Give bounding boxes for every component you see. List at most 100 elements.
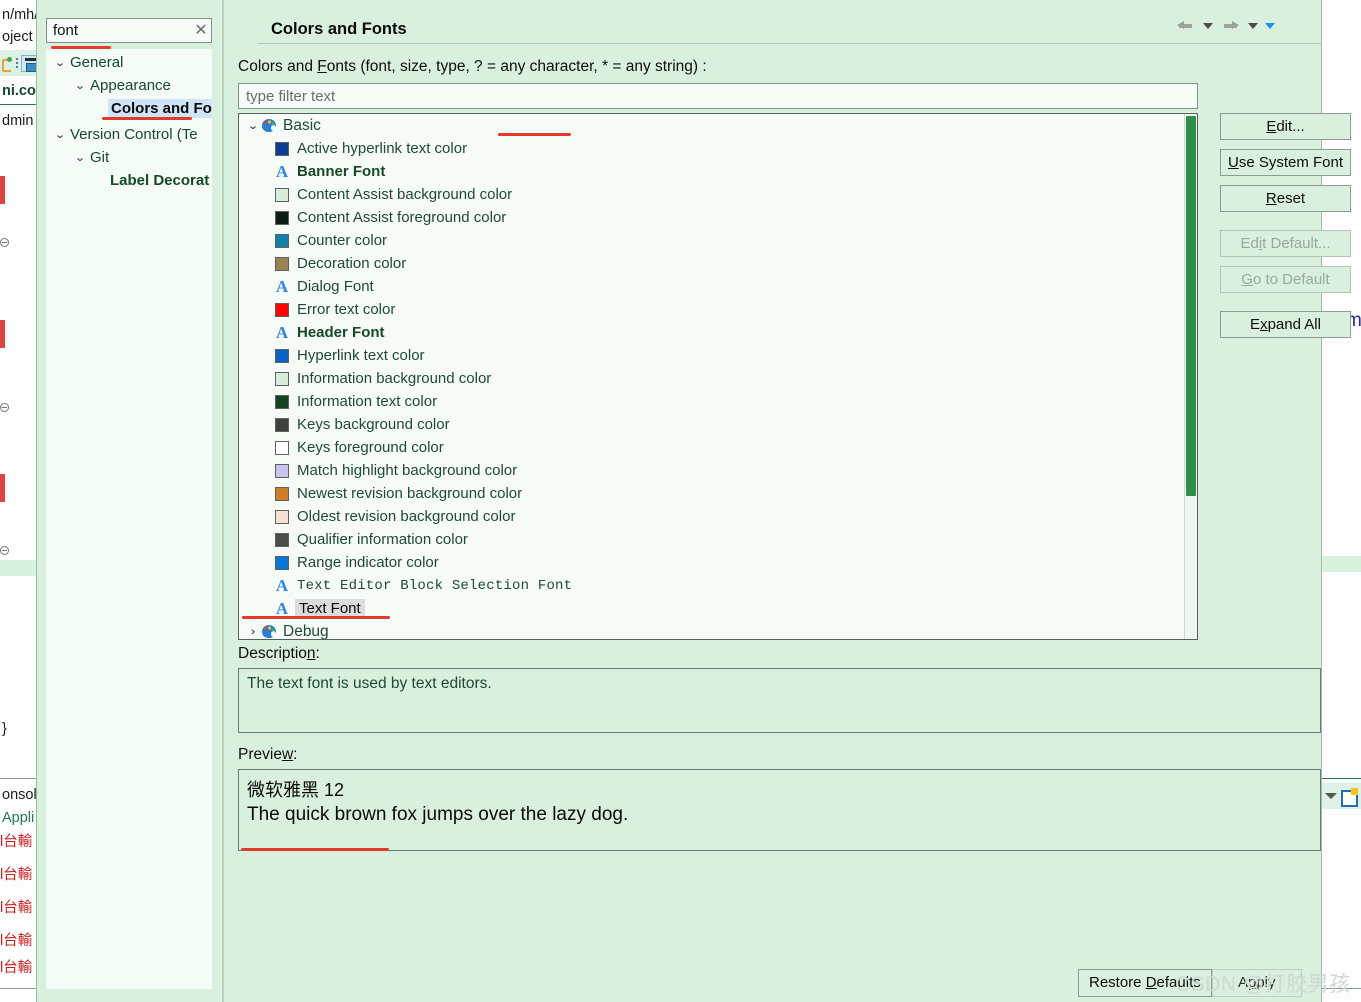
tree-item-active-hyperlink-text-color[interactable]: Active hyperlink text color bbox=[239, 137, 1184, 160]
tree-item-match-highlight-background-color[interactable]: Match highlight background color bbox=[239, 459, 1184, 482]
tree-category-label: Basic bbox=[283, 116, 321, 134]
reset-button[interactable]: Reset bbox=[1220, 185, 1351, 212]
tree-item-range-indicator-color[interactable]: Range indicator color bbox=[239, 551, 1184, 574]
tree-item-decoration-color[interactable]: Decoration color bbox=[239, 252, 1184, 275]
tree-category-debug[interactable]: › Debug bbox=[239, 620, 1184, 640]
color-swatch[interactable] bbox=[275, 348, 289, 363]
tree-category-basic[interactable]: ⌄ Basic bbox=[239, 114, 1184, 137]
chevron-right-icon[interactable]: › bbox=[243, 626, 263, 638]
tree-item-content-assist-background-color[interactable]: Content Assist background color bbox=[239, 183, 1184, 206]
color-swatch[interactable] bbox=[275, 187, 289, 202]
tree-item-label: Content Assist background color bbox=[297, 186, 513, 203]
tree-item-label: Decoration color bbox=[297, 255, 407, 272]
edit-button[interactable]: Edit... bbox=[1220, 113, 1351, 140]
color-swatch[interactable] bbox=[275, 440, 289, 455]
nav-tree[interactable]: ⌄ General ⌄ Appearance Colors and Fo ⌄ V… bbox=[46, 49, 212, 989]
tree-item-newest-revision-background-color[interactable]: Newest revision background color bbox=[239, 482, 1184, 505]
forward-dropdown-icon[interactable] bbox=[1248, 22, 1258, 29]
nav-item-appearance[interactable]: ⌄ Appearance bbox=[46, 74, 212, 97]
tree-item-label: Information text color bbox=[297, 393, 438, 410]
tree-item-label: Oldest revision background color bbox=[297, 508, 516, 525]
preview-label-pre: Previe bbox=[238, 746, 282, 763]
tree-item-keys-foreground-color[interactable]: Keys foreground color bbox=[239, 436, 1184, 459]
tree-item-dialog-font[interactable]: A Dialog Font bbox=[239, 275, 1184, 298]
filter-desc-mnemonic: F bbox=[317, 58, 327, 75]
back-dropdown-icon[interactable] bbox=[1203, 22, 1213, 29]
preview-box: 微软雅黑 12 The quick brown fox jumps over t… bbox=[238, 769, 1321, 851]
tree-item-information-background-color[interactable]: Information background color bbox=[239, 367, 1184, 390]
tree-item-banner-font[interactable]: A Banner Font bbox=[239, 160, 1184, 183]
color-swatch[interactable] bbox=[275, 141, 289, 156]
tree-item-information-text-color[interactable]: Information text color bbox=[239, 390, 1184, 413]
color-swatch[interactable] bbox=[275, 486, 289, 501]
nav-search-input[interactable] bbox=[47, 21, 191, 40]
nav-item-label: Version Control (Te bbox=[70, 126, 198, 143]
use-system-font-label: se System Font bbox=[1238, 154, 1344, 171]
background-toolbar bbox=[0, 50, 40, 76]
color-swatch[interactable] bbox=[275, 302, 289, 317]
bg-console-link: Appli bbox=[2, 810, 35, 826]
font-a-icon: A bbox=[275, 161, 289, 181]
color-swatch[interactable] bbox=[275, 371, 289, 386]
clear-icon[interactable]: ✕ bbox=[191, 22, 211, 39]
tree-item-text-font[interactable]: A Text Font bbox=[239, 597, 1184, 620]
edit-default-button: Edit Default... bbox=[1220, 230, 1351, 257]
palette-icon bbox=[261, 118, 278, 133]
restore-defaults-pre: Restore bbox=[1089, 974, 1146, 991]
tree-item-header-font[interactable]: A Header Font bbox=[239, 321, 1184, 344]
tree-item-hyperlink-text-color[interactable]: Hyperlink text color bbox=[239, 344, 1184, 367]
chevron-down-icon[interactable]: ⌄ bbox=[70, 79, 90, 92]
tree-scrollbar[interactable] bbox=[1184, 114, 1197, 639]
use-system-font-button[interactable]: Use System Font bbox=[1220, 149, 1351, 176]
colors-fonts-tree[interactable]: ⌄ Basic Active hyperlink text color A Ba… bbox=[238, 113, 1198, 640]
nav-item-general[interactable]: ⌄ General bbox=[46, 51, 212, 74]
color-swatch[interactable] bbox=[275, 463, 289, 478]
forward-arrow-icon[interactable] bbox=[1220, 17, 1241, 34]
preview-font-name: 微软雅黑 12 bbox=[247, 780, 345, 800]
preview-label-mnemonic: w bbox=[281, 746, 294, 763]
nav-item-git[interactable]: ⌄ Git bbox=[46, 146, 212, 169]
scrollbar-thumb[interactable] bbox=[1186, 116, 1196, 496]
nav-item-label: Label Decorat bbox=[110, 172, 210, 189]
tree-item-label: Active hyperlink text color bbox=[297, 140, 468, 157]
chevron-down-icon[interactable]: ⌄ bbox=[70, 151, 90, 164]
color-swatch[interactable] bbox=[275, 394, 289, 409]
description-box: The text font is used by text editors. bbox=[238, 668, 1321, 733]
edit-button-label: dit... bbox=[1276, 118, 1305, 135]
tree-item-oldest-revision-background-color[interactable]: Oldest revision background color bbox=[239, 505, 1184, 528]
nav-item-label-decorations[interactable]: Label Decorat bbox=[46, 169, 212, 192]
tree-item-qualifier-information-color[interactable]: Qualifier information color bbox=[239, 528, 1184, 551]
color-swatch[interactable] bbox=[275, 555, 289, 570]
chevron-down-icon[interactable]: ⌄ bbox=[50, 128, 70, 141]
color-swatch[interactable] bbox=[275, 233, 289, 248]
filter-input[interactable] bbox=[239, 84, 1197, 108]
preview-sample-text: The quick brown fox jumps over the lazy … bbox=[247, 804, 629, 825]
color-swatch[interactable] bbox=[275, 210, 289, 225]
tree-item-error-text-color[interactable]: Error text color bbox=[239, 298, 1184, 321]
expand-all-button[interactable]: Expand All bbox=[1220, 311, 1351, 338]
nav-item-label: Git bbox=[90, 149, 110, 166]
font-a-icon: A bbox=[275, 598, 289, 618]
preview-label: Preview: bbox=[238, 746, 297, 764]
nav-search-box[interactable]: ✕ bbox=[46, 18, 212, 43]
tree-item-keys-background-color[interactable]: Keys background color bbox=[239, 413, 1184, 436]
color-swatch[interactable] bbox=[275, 417, 289, 432]
palette-icon bbox=[261, 624, 278, 639]
color-swatch[interactable] bbox=[275, 509, 289, 524]
tree-item-content-assist-foreground-color[interactable]: Content Assist foreground color bbox=[239, 206, 1184, 229]
bg-console-line: l台輸 bbox=[0, 933, 33, 949]
tree-item-counter-color[interactable]: Counter color bbox=[239, 229, 1184, 252]
preview-label-post: : bbox=[293, 746, 298, 763]
chevron-down-icon[interactable]: ⌄ bbox=[243, 119, 263, 132]
back-arrow-icon[interactable] bbox=[1175, 17, 1196, 34]
tree-category-label: Debug bbox=[283, 622, 329, 640]
more-dots-icon bbox=[14, 57, 19, 70]
nav-item-version-control[interactable]: ⌄ Version Control (Te bbox=[46, 123, 212, 146]
menu-dropdown-icon[interactable] bbox=[1265, 22, 1275, 29]
color-swatch[interactable] bbox=[275, 256, 289, 271]
chevron-down-icon[interactable]: ⌄ bbox=[50, 56, 70, 69]
filter-text-box[interactable] bbox=[238, 83, 1198, 109]
tree-item-text-editor-block-selection-font[interactable]: A Text Editor Block Selection Font bbox=[239, 574, 1184, 597]
nav-item-colors-and-fonts[interactable]: Colors and Fo bbox=[46, 97, 212, 120]
color-swatch[interactable] bbox=[275, 532, 289, 547]
